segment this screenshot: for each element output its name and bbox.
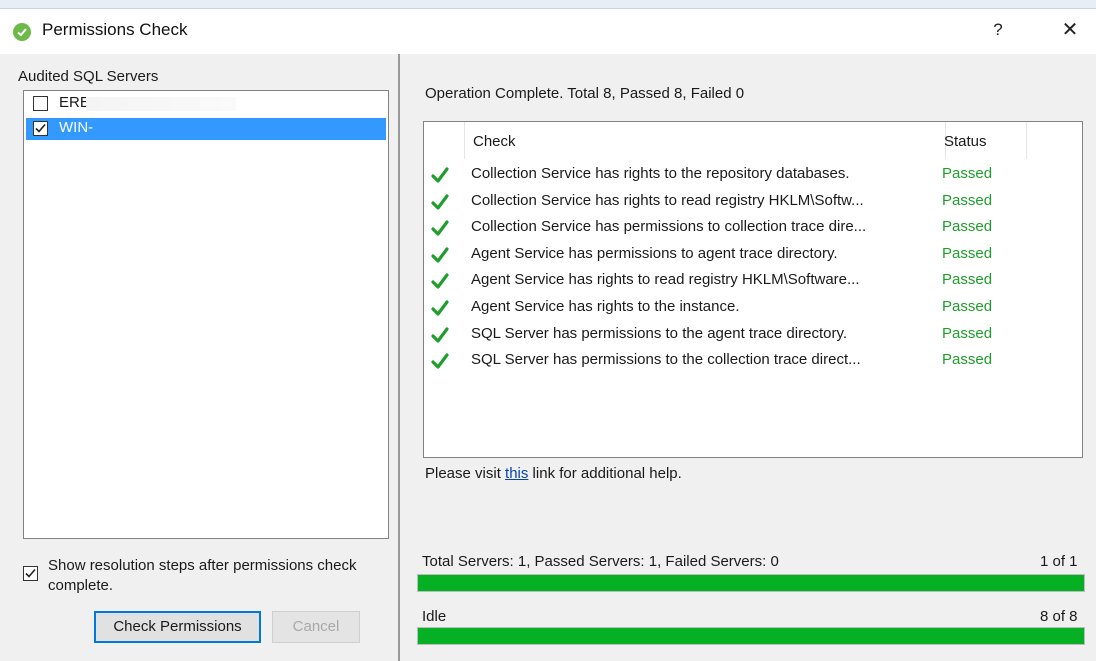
- help-text: Please visit this link for additional he…: [425, 465, 682, 482]
- help-prefix: Please visit: [425, 465, 506, 482]
- app-check-icon: [13, 23, 31, 41]
- check-description: SQL Server has permissions to the agent …: [471, 324, 848, 342]
- check-status: Passed: [942, 298, 993, 315]
- check-row[interactable]: Collection Service has permissions to co…: [424, 215, 1082, 241]
- check-status: Passed: [942, 218, 993, 236]
- check-description: Agent Service has rights to the instance…: [471, 298, 740, 315]
- servers-count: 1 of 1: [1040, 553, 1078, 570]
- check-row[interactable]: Agent Service has permissions to agent t…: [424, 242, 1082, 268]
- checkmark-icon: [431, 273, 449, 289]
- help-link[interactable]: this: [505, 465, 528, 482]
- check-description: Collection Service has permissions to co…: [471, 218, 867, 236]
- check-description: SQL Server has permissions to the collec…: [471, 351, 861, 369]
- progress-fill: [418, 575, 1084, 591]
- check-row[interactable]: SQL Server has permissions to the collec…: [424, 348, 1082, 374]
- server-item[interactable]: ERE: [26, 93, 386, 115]
- column-divider: [464, 122, 465, 159]
- check-status: Passed: [942, 165, 993, 182]
- check-status: Passed: [942, 324, 993, 342]
- server-name: WIN-: [59, 119, 94, 136]
- check-description: Collection Service has rights to the rep…: [471, 165, 850, 182]
- check-status: Passed: [942, 244, 993, 262]
- checkmark-icon: [431, 193, 449, 210]
- resolution-checkbox[interactable]: [23, 566, 38, 581]
- redacted-name-blur: [86, 97, 236, 111]
- server-checkbox[interactable]: [33, 121, 48, 136]
- checkmark-icon: [431, 220, 449, 236]
- check-description: Agent Service has permissions to agent t…: [471, 244, 838, 262]
- column-header-check[interactable]: Check: [473, 133, 516, 150]
- checks-progress-bar: [417, 627, 1085, 645]
- server-checkbox[interactable]: [33, 96, 48, 111]
- servers-summary: Total Servers: 1, Passed Servers: 1, Fai…: [422, 553, 779, 570]
- checkmark-icon: [431, 353, 449, 369]
- check-status: Passed: [942, 191, 993, 209]
- check-row[interactable]: Collection Service has rights to read re…: [424, 189, 1082, 215]
- column-divider: [1026, 122, 1027, 159]
- check-status: Passed: [942, 351, 993, 369]
- window-title: Permissions Check: [42, 20, 188, 39]
- servers-progress-bar: [417, 574, 1085, 592]
- checkmark-icon: [431, 247, 449, 263]
- server-item-selected[interactable]: WIN-: [26, 118, 386, 140]
- checkmark-icon: [431, 167, 449, 183]
- grid-header: Check Status: [424, 122, 1082, 159]
- checkmark-icon: [25, 568, 36, 578]
- check-row[interactable]: Agent Service has rights to the instance…: [424, 295, 1082, 321]
- server-list[interactable]: ERE WIN-: [23, 90, 389, 539]
- cancel-button[interactable]: Cancel: [272, 611, 360, 643]
- checks-grid[interactable]: Check Status Collection Service has righ…: [423, 121, 1083, 458]
- column-header-status[interactable]: Status: [944, 133, 987, 150]
- top-strip: [0, 0, 1096, 9]
- checkmark-icon: [35, 123, 46, 133]
- operation-status: Operation Complete. Total 8, Passed 8, F…: [425, 85, 745, 102]
- check-row[interactable]: Agent Service has rights to read registr…: [424, 268, 1082, 294]
- check-permissions-button[interactable]: Check Permissions: [94, 611, 261, 643]
- check-row[interactable]: SQL Server has permissions to the agent …: [424, 322, 1082, 348]
- check-description: Collection Service has rights to read re…: [471, 191, 864, 209]
- audited-servers-label: Audited SQL Servers: [18, 68, 159, 85]
- checkmark-icon: [431, 326, 449, 343]
- check-description: Agent Service has rights to read registr…: [471, 271, 860, 289]
- resolution-label: Show resolution steps after permissions …: [48, 557, 357, 594]
- help-suffix: link for additional help.: [528, 465, 682, 482]
- close-button[interactable]: ✕: [1055, 16, 1085, 44]
- progress-fill: [418, 628, 1084, 644]
- idle-count: 8 of 8: [1040, 608, 1078, 625]
- check-status: Passed: [942, 271, 993, 289]
- idle-label: Idle: [422, 608, 447, 625]
- help-button[interactable]: ?: [985, 16, 1011, 44]
- checkmark-icon: [431, 300, 449, 316]
- check-row[interactable]: Collection Service has rights to the rep…: [424, 162, 1082, 188]
